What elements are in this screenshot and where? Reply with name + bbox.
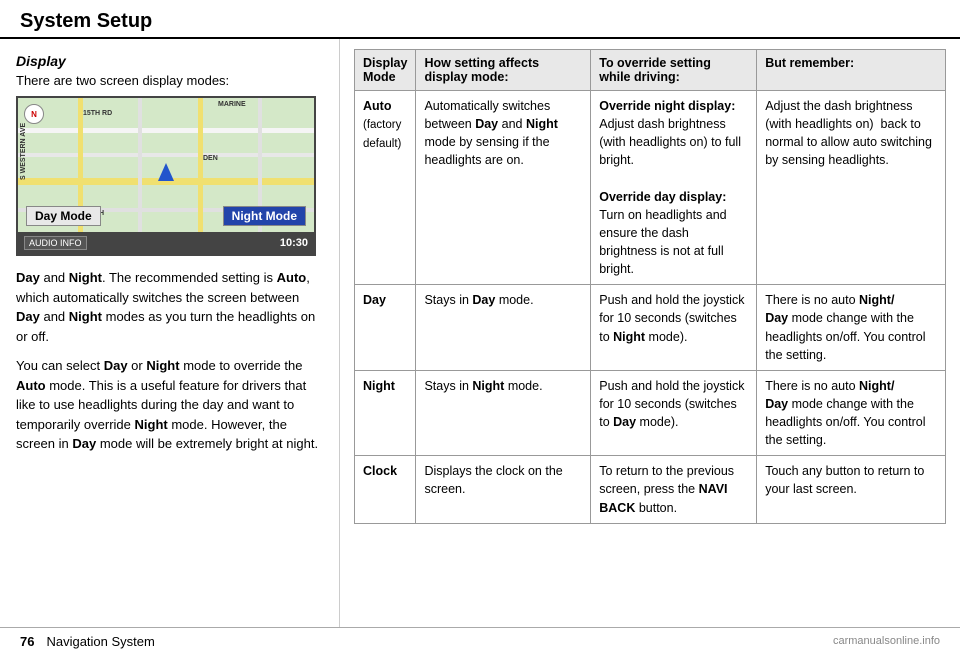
map-bottom-bar: AUDIO INFO 10:30 — [18, 232, 314, 254]
footer-brand: Navigation System — [46, 634, 154, 649]
street-label-1: 15TH RD — [83, 110, 112, 117]
page-header: System Setup — [0, 0, 960, 39]
page-footer: 76 Navigation System carmanualsonline.in… — [0, 627, 960, 655]
col-header-override: To override settingwhile driving: — [591, 50, 757, 91]
section-intro: There are two screen display modes: — [16, 73, 323, 88]
body-bold-day3: Day — [104, 358, 128, 373]
table-row-auto: Auto (factorydefault) Automatically swit… — [355, 91, 946, 285]
display-settings-table: DisplayMode How setting affectsdisplay m… — [354, 49, 946, 524]
cell-remember-night: There is no auto Night/Day mode change w… — [757, 370, 946, 456]
audio-info-button[interactable]: AUDIO INFO — [24, 236, 87, 250]
night-mode-label: Night Mode — [223, 206, 306, 226]
body-bold-night: Night — [69, 270, 102, 285]
body-bold-day2: Day — [16, 309, 40, 324]
road-v3 — [198, 98, 203, 254]
col-header-remember: But remember: — [757, 50, 946, 91]
section-title: Display — [16, 53, 323, 69]
cell-mode-night: Night — [355, 370, 416, 456]
table-row-night: Night Stays in Night mode. Push and hold… — [355, 370, 946, 456]
street-label-2: S WESTERN AVE — [20, 123, 27, 180]
main-content: Display There are two screen display mod… — [0, 39, 960, 627]
cell-mode-auto: Auto (factorydefault) — [355, 91, 416, 285]
cell-override-clock: To return to the previous screen, press … — [591, 456, 757, 523]
map-time: 10:30 — [280, 237, 308, 249]
col-header-how: How setting affectsdisplay mode: — [416, 50, 591, 91]
cell-remember-auto: Adjust the dash brightness (with headlig… — [757, 91, 946, 285]
cell-how-clock: Displays the clock on the screen. — [416, 456, 591, 523]
left-body: Day and Night. The recommended setting i… — [16, 268, 323, 454]
cell-override-day: Push and hold the joystick for 10 second… — [591, 285, 757, 371]
compass-rose: N — [24, 104, 44, 124]
body-bold-night3: Night — [146, 358, 179, 373]
body-paragraph-2: You can select Day or Night mode to over… — [16, 356, 323, 454]
road-h2 — [18, 153, 314, 157]
left-column: Display There are two screen display mod… — [0, 39, 340, 627]
road-v4 — [258, 98, 262, 254]
body-bold-night2: Night — [69, 309, 102, 324]
map-display: 15TH RD S WESTERN AVE DEN 157TH MARINE D… — [16, 96, 316, 256]
col-header-mode: DisplayMode — [355, 50, 416, 91]
table-header-row: DisplayMode How setting affectsdisplay m… — [355, 50, 946, 91]
right-column: DisplayMode How setting affectsdisplay m… — [340, 39, 960, 627]
cell-mode-day: Day — [355, 285, 416, 371]
cell-remember-day: There is no auto Night/Day mode change w… — [757, 285, 946, 371]
table-row-day: Day Stays in Day mode. Push and hold the… — [355, 285, 946, 371]
body-bold-auto: Auto — [277, 270, 307, 285]
page-number: 76 — [20, 634, 34, 649]
street-label-5: MARINE — [218, 101, 246, 108]
cell-override-night: Push and hold the joystick for 10 second… — [591, 370, 757, 456]
road-h1 — [18, 128, 314, 133]
table-row-clock: Clock Displays the clock on the screen. … — [355, 456, 946, 523]
street-label-3: DEN — [203, 155, 218, 162]
road-v2 — [138, 98, 142, 254]
road-v1 — [78, 98, 83, 254]
cell-override-auto: Override night display: Adjust dash brig… — [591, 91, 757, 285]
footer-watermark: carmanualsonline.info — [833, 635, 940, 647]
cell-how-day: Stays in Day mode. — [416, 285, 591, 371]
body-bold-day: Day — [16, 270, 40, 285]
cell-how-night: Stays in Night mode. — [416, 370, 591, 456]
nav-arrow — [158, 163, 174, 181]
map-background: 15TH RD S WESTERN AVE DEN 157TH MARINE D… — [18, 98, 314, 254]
body-paragraph-1: Day and Night. The recommended setting i… — [16, 268, 323, 346]
body-bold-night4: Night — [135, 417, 168, 432]
day-mode-label: Day Mode — [26, 206, 101, 226]
body-bold-auto2: Auto — [16, 378, 46, 393]
cell-mode-clock: Clock — [355, 456, 416, 523]
cell-remember-clock: Touch any button to return to your last … — [757, 456, 946, 523]
page-container: System Setup Display There are two scree… — [0, 0, 960, 655]
cell-how-auto: Automatically switches between Day and N… — [416, 91, 591, 285]
page-title: System Setup — [20, 10, 152, 32]
body-bold-day4: Day — [72, 436, 96, 451]
